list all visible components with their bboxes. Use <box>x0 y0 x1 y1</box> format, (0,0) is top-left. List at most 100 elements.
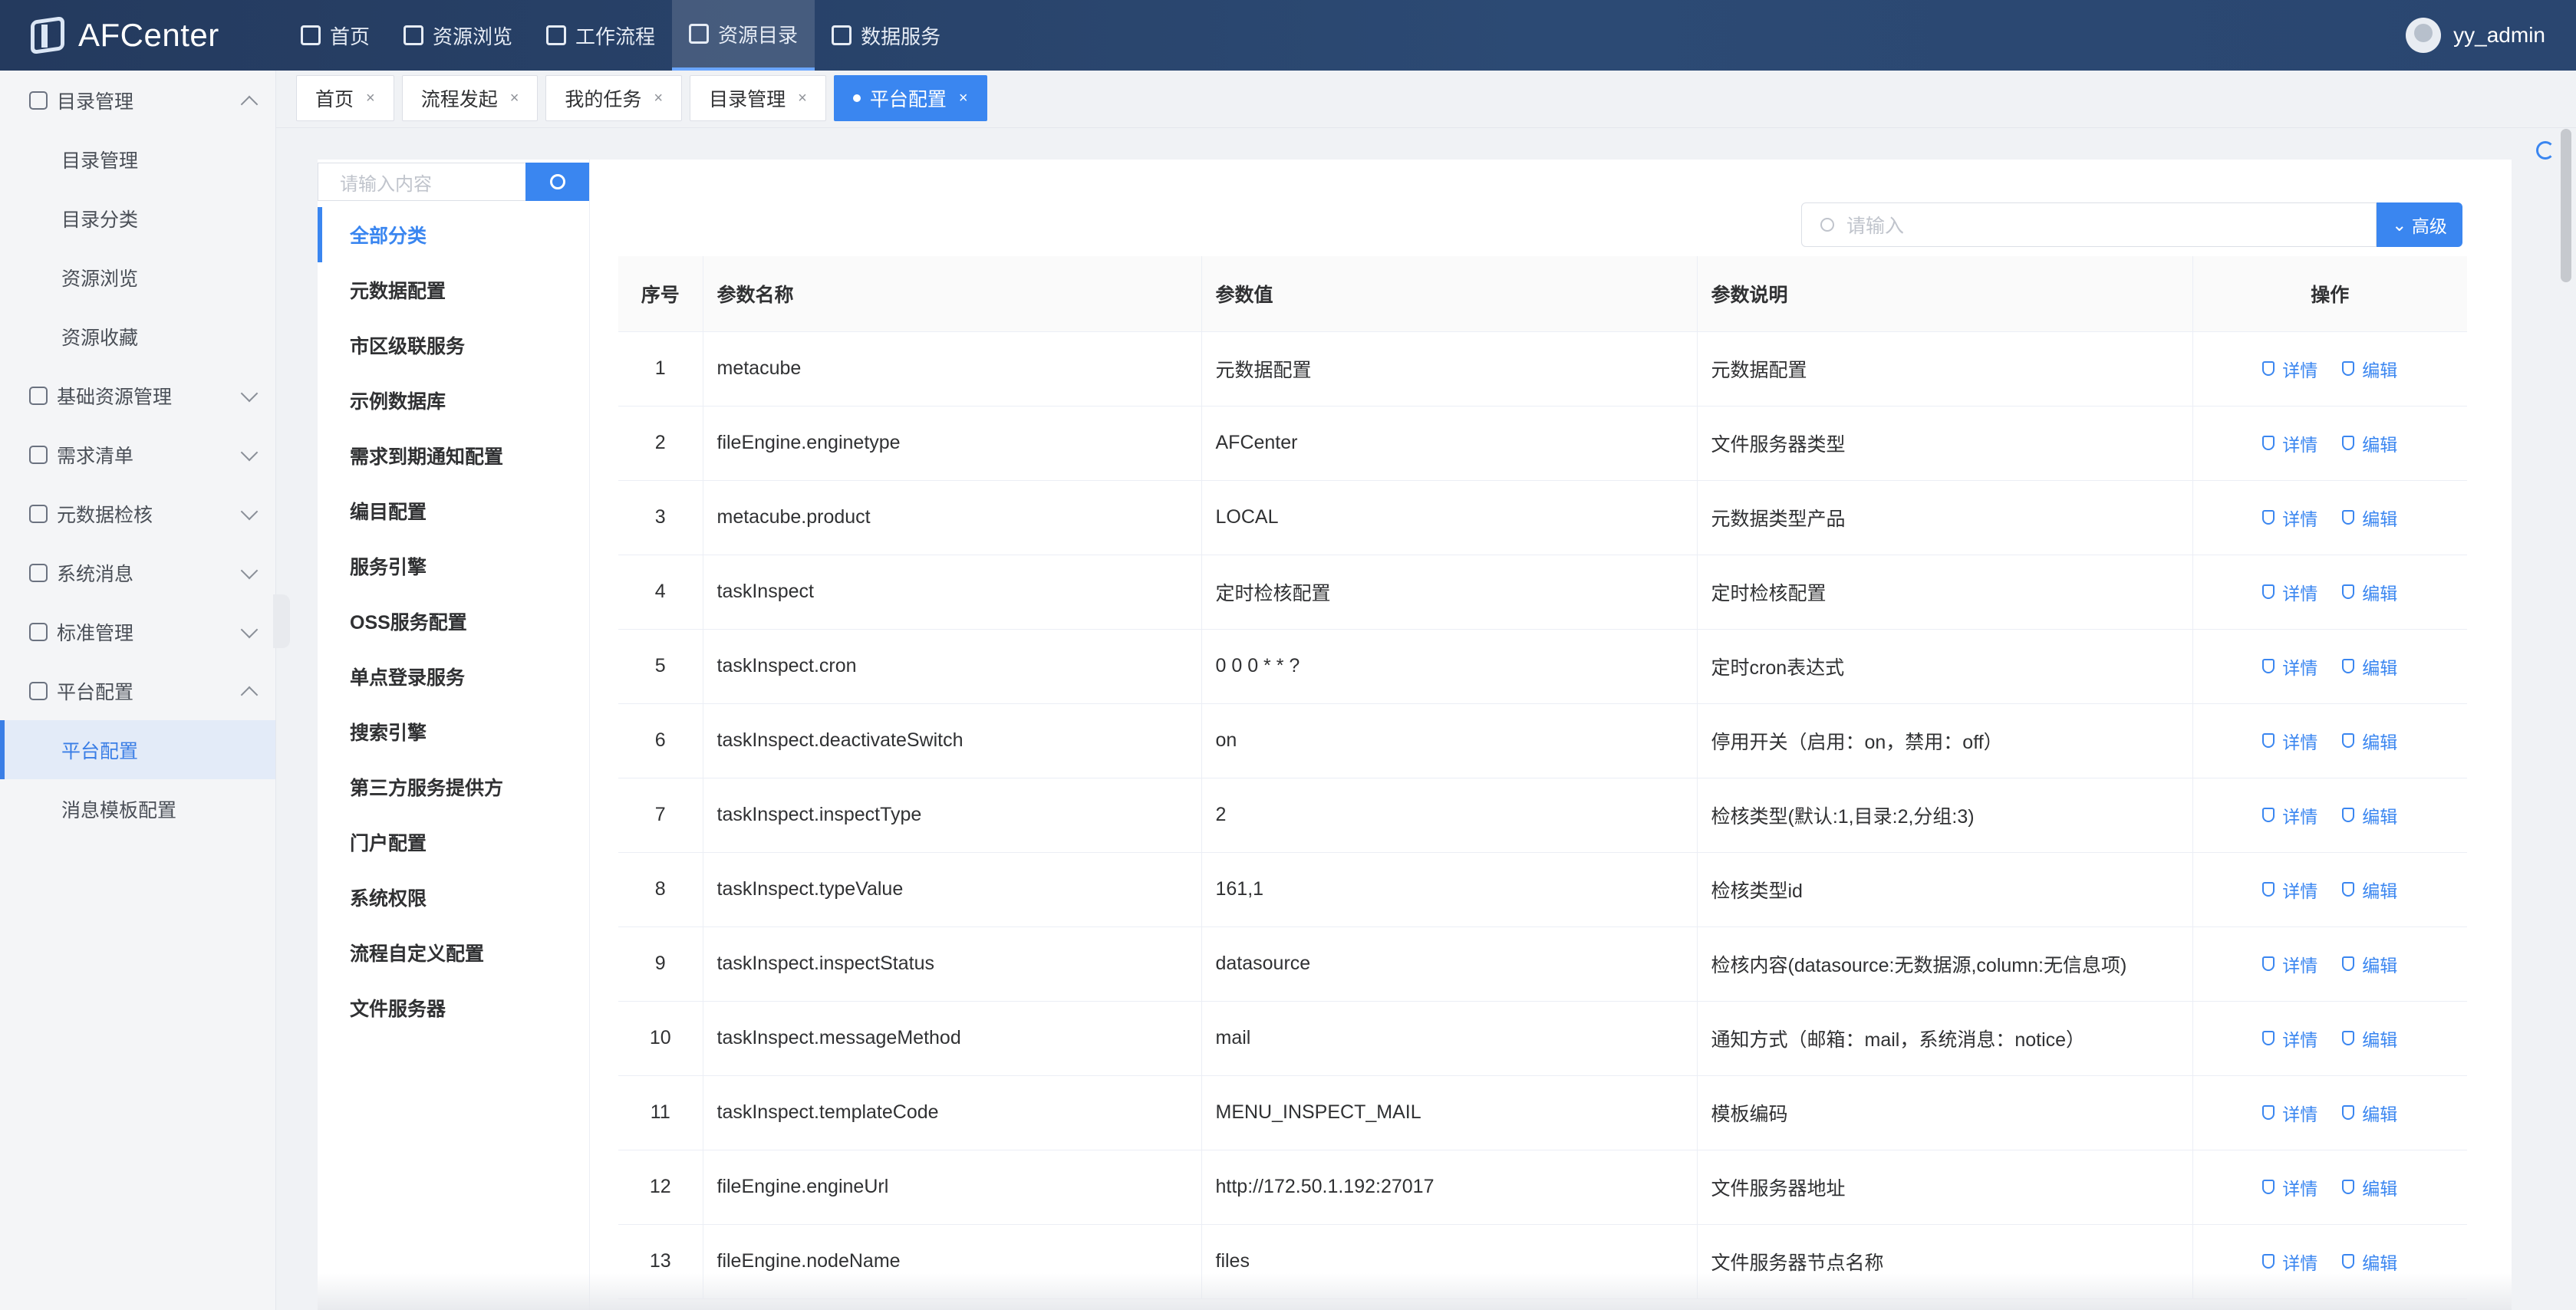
row-index: 11 <box>618 1075 703 1150</box>
sidebar-group-metadata-inspect[interactable]: 元数据检核 <box>0 484 275 543</box>
detail-button[interactable]: 详情 <box>2262 653 2317 680</box>
edit-label: 编辑 <box>2362 583 2398 604</box>
page-scrollbar[interactable] <box>2561 129 2571 282</box>
close-icon[interactable]: × <box>366 90 375 107</box>
detail-button[interactable]: 详情 <box>2262 579 2317 605</box>
tab-platform-config[interactable]: 平台配置 × <box>833 75 987 121</box>
category-item[interactable]: 市区级联服务 <box>318 318 589 373</box>
row-index: 2 <box>618 406 703 481</box>
sidebar-group-catalog[interactable]: 目录管理 <box>0 71 275 130</box>
close-icon[interactable]: × <box>510 90 519 107</box>
category-item[interactable]: 第三方服务提供方 <box>318 759 589 815</box>
sidebar-item-resource-favorite[interactable]: 资源收藏 <box>0 307 275 366</box>
sidebar-collapse-handle[interactable] <box>273 594 290 648</box>
detail-button[interactable]: 详情 <box>2262 877 2317 903</box>
category-item[interactable]: 元数据配置 <box>318 262 589 318</box>
close-icon[interactable]: × <box>959 90 968 107</box>
category-item[interactable]: 示例数据库 <box>318 373 589 428</box>
shield-icon <box>2342 361 2355 376</box>
param-description: 定时cron表达式 <box>1697 629 2193 704</box>
sidebar-group-label: 基础资源管理 <box>57 386 173 408</box>
category-item[interactable]: 全部分类 <box>318 207 589 262</box>
topnav-workflow[interactable]: 工作流程 <box>529 0 672 71</box>
category-item[interactable]: 服务引擎 <box>318 538 589 594</box>
category-item[interactable]: 门户配置 <box>318 815 589 870</box>
edit-button[interactable]: 编辑 <box>2342 579 2397 605</box>
detail-button[interactable]: 详情 <box>2262 505 2317 531</box>
param-search-input[interactable]: 请输入 <box>1801 202 2377 247</box>
sidebar-group-platform-config[interactable]: 平台配置 <box>0 661 275 720</box>
tab-my-tasks[interactable]: 我的任务 × <box>545 75 683 121</box>
detail-button[interactable]: 详情 <box>2262 430 2317 456</box>
category-item[interactable]: 编目配置 <box>318 483 589 538</box>
param-description: 检核类型(默认:1,目录:2,分组:3) <box>1697 778 2193 853</box>
shield-icon <box>2262 1105 2275 1120</box>
edit-button[interactable]: 编辑 <box>2342 356 2397 382</box>
sidebar-item-platform-config[interactable]: 平台配置 <box>0 720 275 779</box>
topnav-resource-browse[interactable]: 资源浏览 <box>387 0 529 71</box>
tab-catalog-manage[interactable]: 目录管理 × <box>690 75 826 121</box>
shield-icon <box>2262 436 2275 450</box>
row-actions: 详情 编辑 <box>2192 778 2467 853</box>
detail-label: 详情 <box>2282 509 2318 529</box>
sidebar-item-message-template[interactable]: 消息模板配置 <box>0 779 275 838</box>
sidebar-item-catalog-manage[interactable]: 目录管理 <box>0 130 275 189</box>
detail-button[interactable]: 详情 <box>2262 356 2317 382</box>
category-item[interactable]: 流程自定义配置 <box>318 925 589 980</box>
row-actions: 详情 编辑 <box>2192 852 2467 927</box>
topnav-label: 首页 <box>330 25 371 48</box>
category-item[interactable]: 文件服务器 <box>318 980 589 1035</box>
sidebar-group-standard[interactable]: 标准管理 <box>0 602 275 661</box>
category-search-button[interactable] <box>525 163 589 201</box>
sidebar-group-base-resource[interactable]: 基础资源管理 <box>0 366 275 425</box>
tab-label: 首页 <box>315 89 354 110</box>
category-item[interactable]: 需求到期通知配置 <box>318 428 589 483</box>
sidebar-group-requirements[interactable]: 需求清单 <box>0 425 275 484</box>
chevron-up-icon <box>240 95 259 114</box>
topnav-label: 资源浏览 <box>433 25 513 48</box>
detail-label: 详情 <box>2282 657 2318 678</box>
sidebar-group-label: 系统消息 <box>57 563 134 585</box>
sidebar-item-catalog-category[interactable]: 目录分类 <box>0 189 275 248</box>
detail-button[interactable]: 详情 <box>2262 802 2317 828</box>
edit-button[interactable]: 编辑 <box>2342 1249 2397 1275</box>
edit-button[interactable]: 编辑 <box>2342 1174 2397 1200</box>
detail-button[interactable]: 详情 <box>2262 1100 2317 1126</box>
detail-label: 详情 <box>2282 583 2318 604</box>
detail-button[interactable]: 详情 <box>2262 951 2317 977</box>
edit-button[interactable]: 编辑 <box>2342 1025 2397 1052</box>
sidebar-group-system-message[interactable]: 系统消息 <box>0 543 275 602</box>
edit-button[interactable]: 编辑 <box>2342 430 2397 456</box>
category-item[interactable]: 搜索引擎 <box>318 704 589 759</box>
close-icon[interactable]: × <box>798 90 807 107</box>
app-logo[interactable]: AFCenter <box>0 15 284 55</box>
refresh-icon[interactable] <box>2536 141 2555 160</box>
detail-button[interactable]: 详情 <box>2262 1174 2317 1200</box>
category-item[interactable]: OSS服务配置 <box>318 594 589 649</box>
sidebar-item-resource-browse[interactable]: 资源浏览 <box>0 248 275 307</box>
user-menu[interactable]: yy_admin <box>2406 0 2545 71</box>
edit-button[interactable]: 编辑 <box>2342 728 2397 754</box>
edit-button[interactable]: 编辑 <box>2342 653 2397 680</box>
detail-button[interactable]: 详情 <box>2262 1025 2317 1052</box>
edit-button[interactable]: 编辑 <box>2342 951 2397 977</box>
detail-button[interactable]: 详情 <box>2262 1249 2317 1275</box>
tab-home[interactable]: 首页 × <box>296 75 394 121</box>
edit-button[interactable]: 编辑 <box>2342 505 2397 531</box>
tab-process-start[interactable]: 流程发起 × <box>401 75 539 121</box>
category-item[interactable]: 单点登录服务 <box>318 649 589 704</box>
topnav-resource-catalog[interactable]: 资源目录 <box>672 0 815 71</box>
detail-button[interactable]: 详情 <box>2262 728 2317 754</box>
category-item[interactable]: 系统权限 <box>318 870 589 925</box>
search-icon <box>549 174 565 189</box>
edit-button[interactable]: 编辑 <box>2342 877 2397 903</box>
shield-icon <box>2262 808 2275 822</box>
advanced-search-button[interactable]: ⌄ 高级 <box>2377 202 2462 247</box>
category-search-input[interactable]: 请输入内容 <box>318 163 525 201</box>
topnav-data-service[interactable]: 数据服务 <box>815 0 957 71</box>
close-icon[interactable]: × <box>654 90 663 107</box>
topnav-home[interactable]: 首页 <box>284 0 387 71</box>
edit-button[interactable]: 编辑 <box>2342 802 2397 828</box>
edit-button[interactable]: 编辑 <box>2342 1100 2397 1126</box>
row-actions: 详情 编辑 <box>2192 406 2467 481</box>
